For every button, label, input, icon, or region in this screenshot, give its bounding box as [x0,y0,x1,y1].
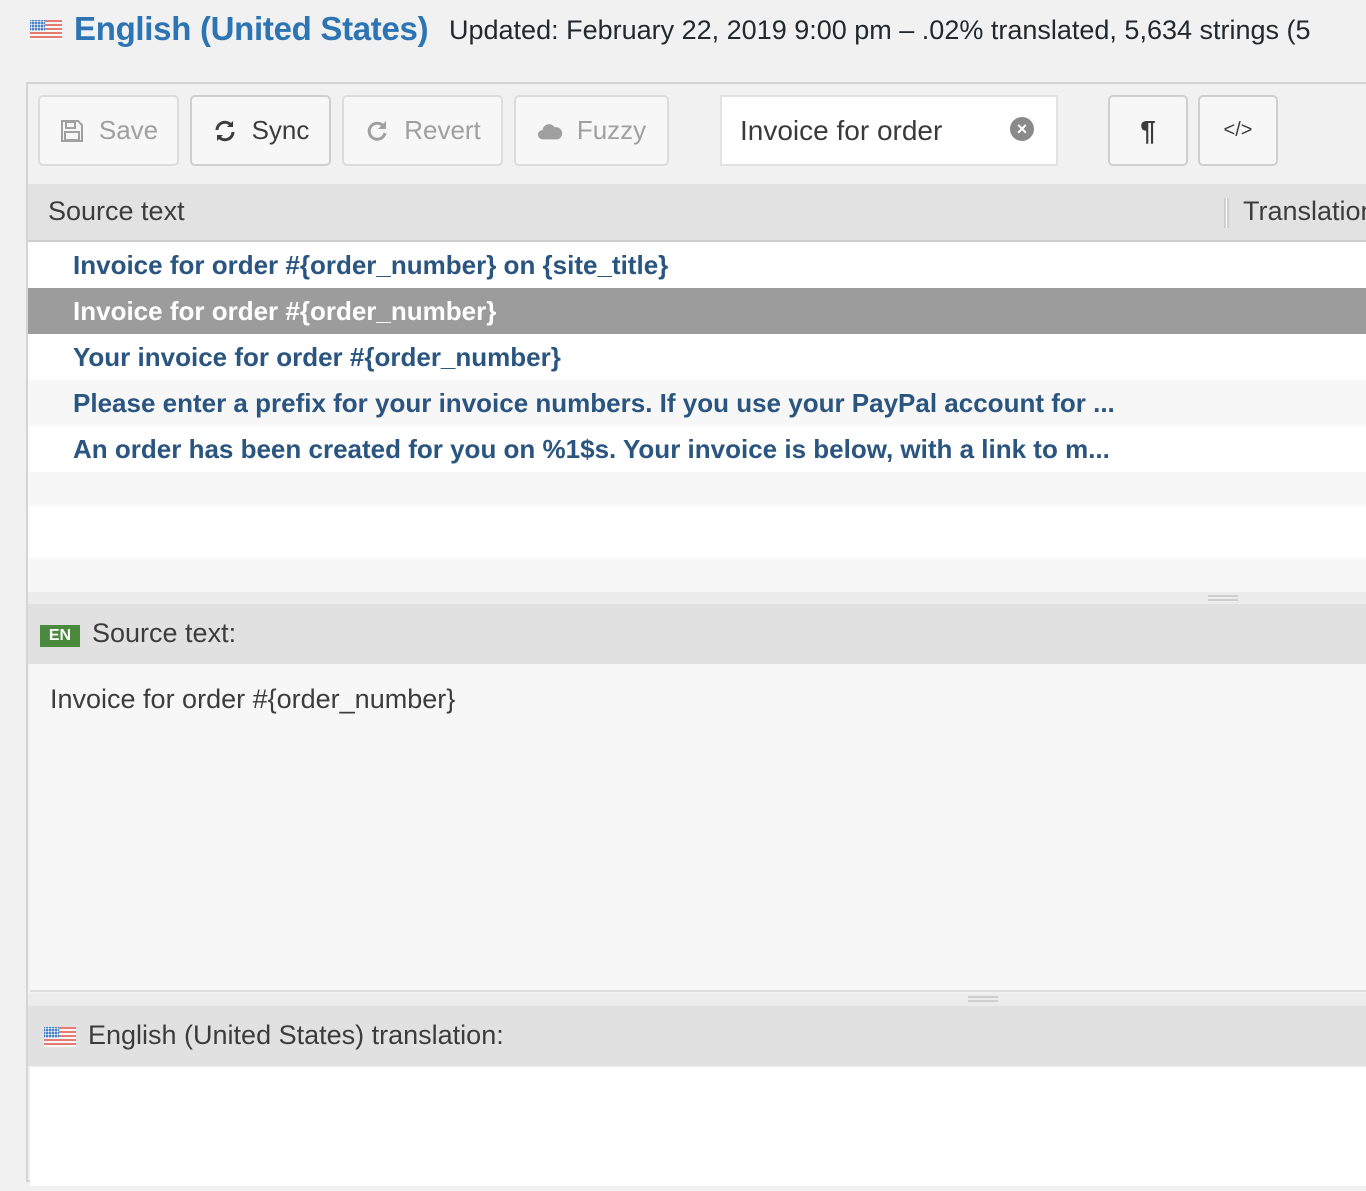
source-panel-label: Source text: [92,618,237,648]
list-item[interactable]: Invoice for order #{order_number} on {si… [28,242,1366,288]
sync-button[interactable]: Sync [190,95,331,166]
column-resize-handle[interactable] [1224,198,1229,228]
string-list-header: Source text Translation [28,184,1366,242]
resize-grip-icon[interactable] [1208,595,1238,601]
column-translation[interactable]: Translation [1243,196,1366,227]
pilcrow-icon: ¶ [1140,114,1156,146]
editor-panel: Save Sync Revert Fuzzy × ¶ < [26,82,1366,1186]
save-label: Save [98,115,159,145]
toggle-code-view-button[interactable]: </> [1198,95,1278,166]
source-panel-header: EN Source text: [28,604,1366,664]
source-text-view: Invoice for order #{order_number} [30,664,1366,992]
clear-circle-x-icon[interactable]: × [1010,117,1034,141]
empty-row [28,558,1366,592]
language-badge: EN [40,625,80,647]
save-button[interactable]: Save [38,95,179,166]
cloud-icon [537,118,563,144]
editor-toolbar: Save Sync Revert Fuzzy × ¶ < [28,84,1366,184]
column-source-text[interactable]: Source text [48,196,185,227]
toggle-invisibles-button[interactable]: ¶ [1108,95,1188,166]
empty-row [28,506,1366,558]
us-flag-icon [44,1027,76,1047]
list-item-selected[interactable]: Invoice for order #{order_number} [28,288,1366,334]
translation-panel-header: English (United States) translation: [28,1006,1366,1066]
fuzzy-button[interactable]: Fuzzy [514,95,669,166]
source-resize-bar[interactable] [28,994,1366,1006]
page-header: English (United States) Updated: Februar… [0,0,1366,62]
source-text: Invoice for order #{order_number} [50,684,456,714]
list-item[interactable]: Your invoice for order #{order_number} [28,334,1366,380]
filter-search-input[interactable] [740,97,1000,164]
code-icon: </> [1223,119,1253,141]
revert-button[interactable]: Revert [342,95,503,166]
list-item[interactable]: Please enter a prefix for your invoice n… [28,380,1366,426]
translation-textarea[interactable] [30,1067,1366,1186]
list-item[interactable]: An order has been created for you on %1$… [28,426,1366,472]
undo-icon [364,118,390,144]
refresh-icon [212,118,238,144]
locale-status: Updated: February 22, 2019 9:00 pm – .02… [449,15,1311,45]
translation-editor [30,1066,1366,1186]
list-resize-bar[interactable] [28,592,1366,604]
sync-label: Sync [251,115,310,145]
us-flag-icon [30,20,62,40]
empty-row [28,472,1366,506]
locale-title[interactable]: English (United States) [74,10,429,48]
string-list: Invoice for order #{order_number} on {si… [28,242,1366,592]
fuzzy-label: Fuzzy [576,115,647,145]
translation-panel-label: English (United States) translation: [88,1020,504,1050]
floppy-disk-icon [59,118,85,144]
revert-label: Revert [404,115,481,145]
filter-search-box: × [720,95,1058,166]
resize-grip-icon[interactable] [968,996,998,1002]
